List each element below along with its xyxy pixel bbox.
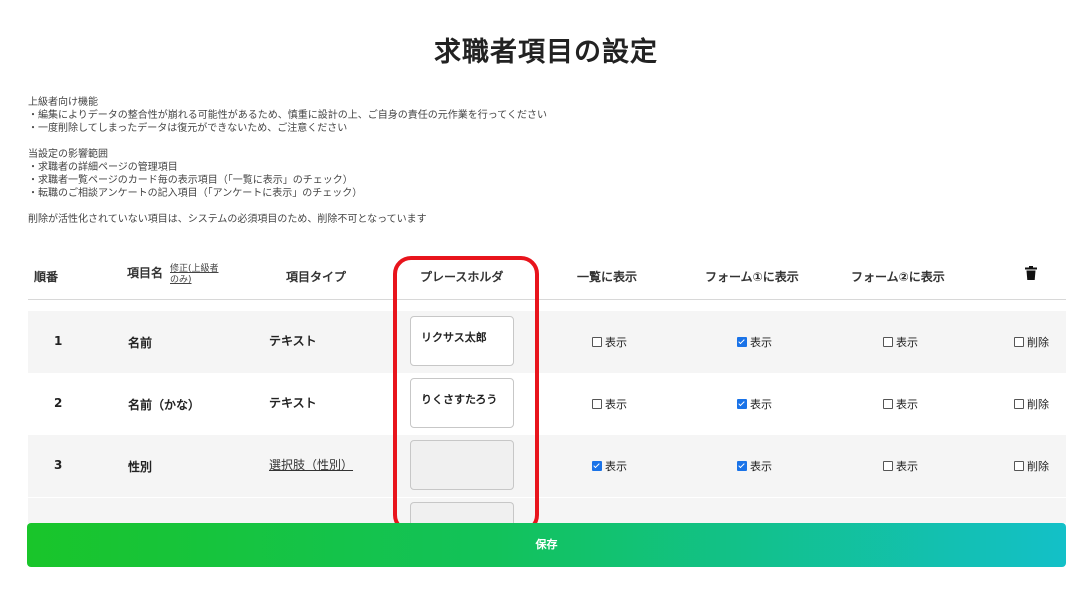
header-name: 項目名 修正(上級者のみ) — [127, 264, 219, 285]
row-number: 2 — [54, 396, 63, 410]
list-checkbox[interactable]: 表示 — [592, 458, 627, 474]
checkbox[interactable] — [1014, 337, 1024, 347]
note-line: ・編集によりデータの整合性が崩れる可能性があるため、慎重に設計の上、ご自身の責任… — [28, 110, 547, 121]
item-type: テキスト — [269, 396, 317, 410]
form1-checkbox[interactable]: 表示 — [737, 334, 772, 350]
checkbox[interactable] — [1014, 399, 1024, 409]
header-divider — [28, 299, 1066, 300]
form2-checkbox[interactable]: 表示 — [883, 396, 918, 412]
checkbox-label: 表示 — [750, 336, 772, 349]
row-number: 1 — [54, 334, 63, 348]
table-row: 3 性別 選択肢（性別） 表示 表示 表示 削除 — [28, 435, 1066, 497]
checkbox[interactable] — [592, 399, 602, 409]
checkbox-label: 削除 — [1027, 398, 1049, 411]
note-line: ・求職者の詳細ページの管理項目 — [28, 162, 178, 173]
item-type: テキスト — [269, 334, 317, 348]
list-checkbox[interactable]: 表示 — [592, 334, 627, 350]
item-type-link[interactable]: 選択肢（性別） — [269, 456, 353, 473]
note-line: 削除が活性化されていない項目は、システムの必須項目のため、削除不可となっています — [28, 214, 427, 225]
checkbox-label: 表示 — [605, 336, 627, 349]
form2-checkbox[interactable]: 表示 — [883, 458, 918, 474]
item-name: 名前（かな） — [128, 398, 201, 412]
table-row: 1 名前 テキスト リクサス太郎 表示 表示 表示 削除 — [28, 311, 1066, 373]
row-number: 3 — [54, 458, 63, 472]
item-name: 性別 — [128, 460, 153, 474]
trash-icon — [1025, 266, 1037, 280]
checkbox[interactable] — [883, 461, 893, 471]
checkbox[interactable] — [592, 337, 602, 347]
checkbox-label: 表示 — [896, 460, 918, 473]
note-line: ・一度削除してしまったデータは復元ができないため、ご注意ください — [28, 123, 348, 134]
delete-checkbox[interactable]: 削除 — [1014, 458, 1049, 474]
checkbox-label: 表示 — [605, 398, 627, 411]
header-form2: フォーム②に表示 — [851, 270, 945, 284]
checkbox-label: 表示 — [750, 460, 772, 473]
form1-checkbox[interactable]: 表示 — [737, 396, 772, 412]
save-button[interactable]: 保存 — [27, 523, 1066, 567]
header-name-label: 項目名 — [127, 266, 164, 280]
note-line: 当設定の影響範囲 — [28, 149, 108, 160]
header-form1: フォーム①に表示 — [705, 270, 799, 284]
checkbox-label: 削除 — [1027, 336, 1049, 349]
page-title: 求職者項目の設定 — [434, 37, 658, 68]
item-name: 名前 — [128, 336, 153, 350]
delete-checkbox[interactable]: 削除 — [1014, 334, 1049, 350]
note-line: ・求職者一覧ページのカード毎の表示項目（「一覧に表示」のチェック） — [28, 175, 353, 186]
header-name-edit-link[interactable]: 修正(上級者のみ) — [170, 264, 225, 286]
checkbox-label: 表示 — [605, 460, 627, 473]
checkbox[interactable] — [737, 461, 747, 471]
note-line: 上級者向け機能 — [28, 97, 98, 108]
checkbox[interactable] — [883, 399, 893, 409]
checkbox[interactable] — [592, 461, 602, 471]
checkbox[interactable] — [1014, 461, 1024, 471]
placeholder-column-highlight — [393, 256, 539, 533]
checkbox-label: 表示 — [896, 336, 918, 349]
form2-checkbox[interactable]: 表示 — [883, 334, 918, 350]
table-row: 2 名前（かな） テキスト りくさすたろう 表示 表示 表示 削除 — [28, 373, 1066, 435]
checkbox[interactable] — [883, 337, 893, 347]
header-order: 順番 — [34, 270, 59, 284]
delete-checkbox[interactable]: 削除 — [1014, 396, 1049, 412]
table-row — [28, 498, 1066, 523]
checkbox-label: 表示 — [896, 398, 918, 411]
note-line: ・転職のご相談アンケートの記入項目（「アンケートに表示」のチェック） — [28, 188, 363, 199]
header-list: 一覧に表示 — [577, 270, 638, 284]
checkbox-label: 表示 — [750, 398, 772, 411]
notes: 上級者向け機能 ・編集によりデータの整合性が崩れる可能性があるため、慎重に設計の… — [28, 96, 547, 226]
checkbox[interactable] — [737, 399, 747, 409]
checkbox-label: 削除 — [1027, 460, 1049, 473]
checkbox[interactable] — [737, 337, 747, 347]
header-type: 項目タイプ — [286, 270, 347, 284]
form1-checkbox[interactable]: 表示 — [737, 458, 772, 474]
list-checkbox[interactable]: 表示 — [592, 396, 627, 412]
